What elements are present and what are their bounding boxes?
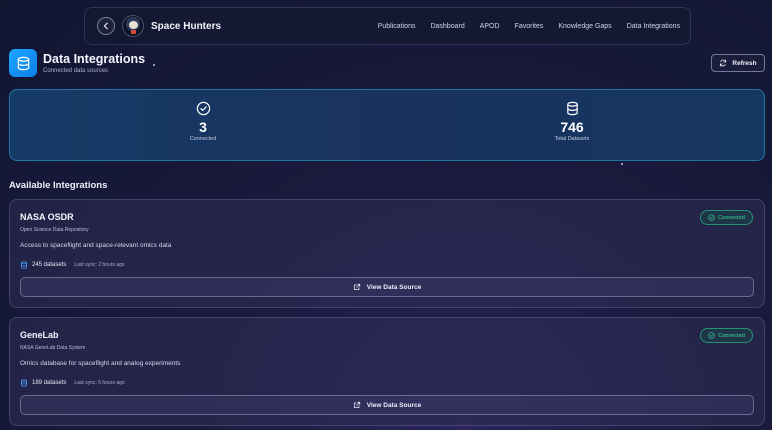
integration-description: Omics database for spaceflight and analo… xyxy=(20,360,181,367)
star-decoration xyxy=(153,64,155,66)
stat-total-datasets: 746 Total Datasets xyxy=(512,101,632,142)
status-badge: Connected xyxy=(700,328,753,343)
integration-org: NASA GeneLab Data System xyxy=(20,345,86,351)
database-icon xyxy=(21,379,27,387)
nav-link-data-integrations[interactable]: Data Integrations xyxy=(627,23,680,30)
integration-description: Access to spaceflight and space-relevant… xyxy=(20,242,172,249)
nav-link-dashboard[interactable]: Dashboard xyxy=(430,23,464,30)
check-circle-icon xyxy=(708,332,715,339)
view-data-source-label: View Data Source xyxy=(366,401,422,409)
database-icon xyxy=(566,101,578,116)
view-data-source-button[interactable]: View Data Source xyxy=(20,395,754,415)
brand-logo-avatar[interactable] xyxy=(122,15,144,37)
external-link-icon xyxy=(353,283,360,291)
star-decoration xyxy=(621,163,623,165)
integration-meta: 245 datasets Last sync: 2 hours ago xyxy=(20,261,125,269)
status-badge-label: Connected xyxy=(718,332,745,339)
stat-datasets-label: Total Datasets xyxy=(554,136,590,142)
refresh-button-label: Refresh xyxy=(732,59,757,67)
view-data-source-button[interactable]: View Data Source xyxy=(20,277,754,297)
chevron-left-icon xyxy=(103,22,108,30)
integration-card: NASA OSDR Open Science Data Repository C… xyxy=(9,199,765,308)
status-badge: Connected xyxy=(700,210,753,225)
brand-name[interactable]: Space Hunters xyxy=(151,21,221,32)
integration-org: Open Science Data Repository xyxy=(20,227,89,233)
database-icon xyxy=(21,261,27,269)
view-data-source-label: View Data Source xyxy=(366,283,422,291)
integration-meta: 189 datasets Last sync: 5 hours ago xyxy=(20,379,125,387)
stats-panel: 3 Connected 746 Total Datasets xyxy=(9,89,765,161)
stat-datasets-value: 746 xyxy=(560,119,584,135)
database-icon xyxy=(17,56,29,70)
integration-last-sync: Last sync: 2 hours ago xyxy=(74,262,125,268)
integration-last-sync: Last sync: 5 hours ago xyxy=(74,380,125,386)
external-link-icon xyxy=(353,401,360,409)
check-circle-icon xyxy=(196,101,210,116)
page-title: Data Integrations xyxy=(43,52,146,66)
refresh-button[interactable]: Refresh xyxy=(711,54,765,72)
stat-connected-label: Connected xyxy=(189,136,217,142)
back-button[interactable] xyxy=(97,17,115,35)
section-title: Available Integrations xyxy=(9,180,108,191)
top-navbar: Space Hunters Publications Dashboard APO… xyxy=(84,7,691,45)
status-badge-label: Connected xyxy=(718,214,745,221)
integration-card: GeneLab NASA GeneLab Data System Connect… xyxy=(9,317,765,426)
check-circle-icon xyxy=(708,214,715,221)
page-subtitle: Connected data sources xyxy=(43,68,109,74)
integration-dataset-count: 189 datasets xyxy=(32,380,67,386)
stat-connected-value: 3 xyxy=(199,119,207,135)
nav-link-publications[interactable]: Publications xyxy=(378,23,416,30)
nav-links: Publications Dashboard APOD Favorites Kn… xyxy=(378,23,680,30)
integration-dataset-count: 245 datasets xyxy=(32,262,67,268)
refresh-icon xyxy=(720,59,727,67)
integration-name: GeneLab xyxy=(20,330,59,340)
stat-connected: 3 Connected xyxy=(143,101,263,142)
nav-link-apod[interactable]: APOD xyxy=(480,23,500,30)
nav-link-favorites[interactable]: Favorites xyxy=(515,23,544,30)
nav-link-knowledge-gaps[interactable]: Knowledge Gaps xyxy=(558,23,611,30)
integration-name: NASA OSDR xyxy=(20,212,74,222)
page-header-icon xyxy=(9,49,37,77)
